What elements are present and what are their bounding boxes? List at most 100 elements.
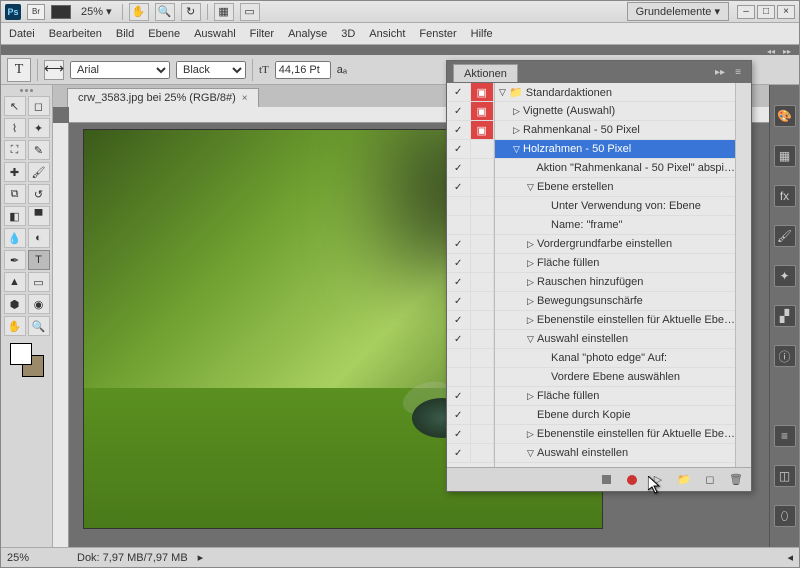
- hand-tool[interactable]: ✋: [4, 316, 26, 336]
- action-toggle[interactable]: [447, 235, 471, 253]
- zoom-select[interactable]: 25% ▾: [77, 4, 116, 19]
- record-button[interactable]: [625, 473, 639, 487]
- action-dialog-toggle[interactable]: [471, 197, 495, 215]
- font-family-select[interactable]: Arial: [70, 61, 170, 79]
- hand-tool-btn[interactable]: ✋: [129, 3, 149, 21]
- menu-fenster[interactable]: Fenster: [419, 28, 456, 40]
- styles-panel-icon[interactable]: fx: [774, 185, 796, 207]
- actions-panel-header[interactable]: Aktionen ▸▸ ≡: [447, 61, 751, 83]
- quick-select-tool[interactable]: ✦: [28, 118, 50, 138]
- disclosure-icon[interactable]: ▷: [527, 296, 537, 307]
- disclosure-icon[interactable]: ▽: [499, 87, 509, 98]
- panel-collapse-icon[interactable]: ▸▸: [713, 65, 727, 79]
- color-panel-icon[interactable]: 🎨: [774, 105, 796, 127]
- action-item[interactable]: Kanal "photo edge" Auf:: [495, 349, 735, 368]
- path-select-tool[interactable]: ▲: [4, 272, 26, 292]
- action-toggle[interactable]: [447, 273, 471, 291]
- action-dialog-toggle[interactable]: [471, 368, 495, 386]
- action-toggle[interactable]: [447, 349, 471, 367]
- panel-menu-icon[interactable]: ≡: [731, 65, 745, 79]
- action-dialog-toggle[interactable]: [471, 406, 495, 424]
- collapse-right-icon[interactable]: ▸▸: [783, 47, 795, 53]
- font-weight-select[interactable]: Black: [176, 61, 246, 79]
- action-dialog-toggle[interactable]: [471, 273, 495, 291]
- close-tab-icon[interactable]: ×: [242, 93, 248, 104]
- action-toggle[interactable]: [447, 159, 471, 177]
- action-item[interactable]: ▷Ebenenstile einstellen für Aktuelle Ebe…: [495, 311, 735, 330]
- action-toggle[interactable]: [447, 216, 471, 234]
- healing-tool[interactable]: ✚: [4, 162, 26, 182]
- navigator-panel-icon[interactable]: ✦: [774, 265, 796, 287]
- action-item[interactable]: ▷Fläche füllen: [495, 387, 735, 406]
- action-item[interactable]: ▷Fläche füllen: [495, 254, 735, 273]
- disclosure-icon[interactable]: ▷: [527, 315, 537, 326]
- action-dialog-toggle[interactable]: [471, 330, 495, 348]
- action-item[interactable]: Name: "frame": [495, 216, 735, 235]
- disclosure-icon[interactable]: ▷: [527, 429, 537, 440]
- color-swatches[interactable]: [10, 343, 44, 377]
- eyedropper-tool[interactable]: ✎: [28, 140, 50, 160]
- marquee-tool[interactable]: ◻: [28, 96, 50, 116]
- channels-panel-icon[interactable]: ◫: [774, 465, 796, 487]
- action-item[interactable]: ▷Rauschen hinzufügen: [495, 273, 735, 292]
- action-item[interactable]: ▽Holzrahmen - 50 Pixel: [495, 140, 735, 159]
- action-dialog-toggle[interactable]: [471, 254, 495, 272]
- blur-tool[interactable]: 💧: [4, 228, 26, 248]
- eraser-tool[interactable]: ◧: [4, 206, 26, 226]
- pen-tool[interactable]: ✒: [4, 250, 26, 270]
- action-toggle[interactable]: [447, 254, 471, 272]
- scroll-left-icon[interactable]: ◂: [787, 551, 793, 564]
- menu-bild[interactable]: Bild: [116, 28, 134, 40]
- bridge-icon[interactable]: Br: [27, 4, 45, 20]
- action-item[interactable]: Aktion "Rahmenkanal - 50 Pixel" abspi…: [495, 159, 735, 178]
- lasso-tool[interactable]: ⌇: [4, 118, 26, 138]
- arrange-docs-btn[interactable]: ▦: [214, 3, 234, 21]
- minimize-btn[interactable]: –: [737, 5, 755, 19]
- menu-datei[interactable]: Datei: [9, 28, 35, 40]
- action-dialog-toggle[interactable]: ▣: [471, 102, 495, 120]
- disclosure-icon[interactable]: ▷: [527, 391, 537, 402]
- action-item[interactable]: ▷Rahmenkanal - 50 Pixel: [495, 121, 735, 140]
- foreground-color[interactable]: [10, 343, 32, 365]
- action-toggle[interactable]: [447, 83, 471, 101]
- menu-bearbeiten[interactable]: Bearbeiten: [49, 28, 102, 40]
- new-action-button[interactable]: ◻: [703, 473, 717, 487]
- gradient-tool[interactable]: ▀: [28, 206, 50, 226]
- action-item[interactable]: Vordere Ebene auswählen: [495, 368, 735, 387]
- action-dialog-toggle[interactable]: ▣: [471, 121, 495, 139]
- action-dialog-toggle[interactable]: [471, 387, 495, 405]
- menu-ebene[interactable]: Ebene: [148, 28, 180, 40]
- menu-analyse[interactable]: Analyse: [288, 28, 327, 40]
- action-item[interactable]: ▷Bewegungsunschärfe: [495, 292, 735, 311]
- close-btn[interactable]: ×: [777, 5, 795, 19]
- disclosure-icon[interactable]: ▷: [527, 258, 537, 269]
- action-dialog-toggle[interactable]: [471, 292, 495, 310]
- layers-panel-icon[interactable]: ≡: [774, 425, 796, 447]
- disclosure-icon[interactable]: ▽: [513, 144, 523, 155]
- action-toggle[interactable]: [447, 292, 471, 310]
- history-brush-tool[interactable]: ↺: [28, 184, 50, 204]
- document-tab[interactable]: crw_3583.jpg bei 25% (RGB/8#) ×: [67, 88, 259, 107]
- dodge-tool[interactable]: ◐: [28, 228, 50, 248]
- 3d-camera-tool[interactable]: ◉: [28, 294, 50, 314]
- action-dialog-toggle[interactable]: [471, 444, 495, 462]
- workspace-select[interactable]: Grundelemente ▾: [627, 2, 729, 21]
- action-item[interactable]: Ebene durch Kopie: [495, 406, 735, 425]
- action-dialog-toggle[interactable]: [471, 425, 495, 443]
- action-toggle[interactable]: [447, 368, 471, 386]
- action-toggle[interactable]: [447, 444, 471, 462]
- action-toggle[interactable]: [447, 140, 471, 158]
- paths-panel-icon[interactable]: ⬯: [774, 505, 796, 527]
- action-dialog-toggle[interactable]: [471, 216, 495, 234]
- action-item[interactable]: ▷Vignette (Auswahl): [495, 102, 735, 121]
- action-dialog-toggle[interactable]: [471, 311, 495, 329]
- disclosure-icon[interactable]: ▷: [527, 277, 537, 288]
- menu-3d[interactable]: 3D: [341, 28, 355, 40]
- maximize-btn[interactable]: □: [757, 5, 775, 19]
- disclosure-icon[interactable]: ▷: [527, 239, 537, 250]
- panel-grip[interactable]: [7, 89, 47, 95]
- screen-mode-btn[interactable]: ▭: [240, 3, 260, 21]
- brush-tool[interactable]: 🖌: [28, 162, 50, 182]
- disclosure-icon[interactable]: ▽: [527, 334, 537, 345]
- action-toggle[interactable]: [447, 311, 471, 329]
